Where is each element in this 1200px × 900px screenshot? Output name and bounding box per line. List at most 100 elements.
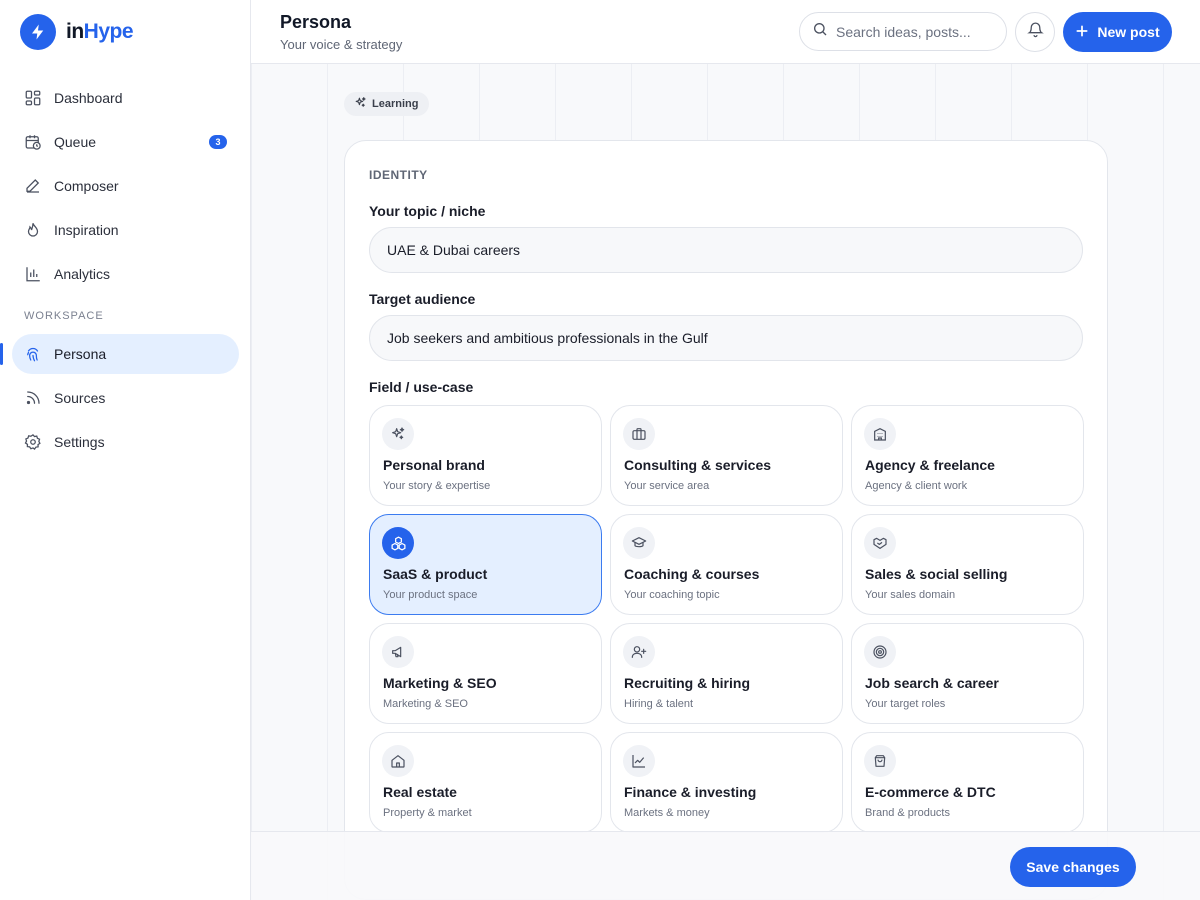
line-chart-icon [623, 745, 655, 777]
sparkles-icon [382, 418, 414, 450]
queue-count-badge: 3 [209, 135, 227, 149]
tile-subtitle: Markets & money [624, 807, 710, 819]
notifications-button[interactable] [1015, 12, 1055, 52]
sidebar-item-settings[interactable]: Settings [12, 422, 239, 462]
calendar-clock-icon [24, 133, 42, 151]
sidebar-item-label: Queue [54, 134, 97, 150]
search-input[interactable] [836, 23, 986, 40]
tile-title: Personal brand [383, 457, 485, 473]
new-post-label: New post [1097, 24, 1160, 40]
pen-icon [24, 177, 42, 195]
plus-icon [1075, 24, 1089, 41]
learning-chip: Learning [344, 92, 430, 116]
building-icon [864, 418, 896, 450]
use-case-tile-personal-brand[interactable]: Personal brand Your story & expertise [369, 405, 602, 506]
tile-subtitle: Hiring & talent [624, 698, 694, 710]
use-case-tile-finance[interactable]: Finance & investing Markets & money [610, 732, 843, 833]
briefcase-icon [623, 418, 655, 450]
audience-input[interactable]: Job seekers and ambitious professionals … [369, 315, 1083, 361]
main-content: Learning IDENTITY Your topic / niche UAE… [251, 64, 1200, 900]
sidebar-item-sources[interactable]: Sources [12, 378, 239, 418]
tile-title: Marketing & SEO [383, 675, 497, 691]
tile-subtitle: Your product space [383, 589, 478, 601]
identity-card: IDENTITY Your topic / niche UAE & Dubai … [344, 140, 1108, 900]
tile-title: SaaS & product [383, 566, 488, 582]
fingerprint-icon [24, 345, 42, 363]
lightning-icon [20, 14, 56, 50]
use-case-tile-consulting[interactable]: Consulting & services Your service area [610, 405, 843, 506]
rss-icon [24, 389, 42, 407]
grid-icon [24, 89, 42, 107]
field-label: Field / use-case [369, 379, 474, 395]
tile-title: Agency & freelance [865, 457, 995, 473]
tile-title: Sales & social selling [865, 566, 1008, 582]
footer-bar: Save changes [251, 831, 1200, 900]
brand-name: inHype [66, 20, 134, 43]
page-title: Persona [280, 12, 352, 32]
sidebar-item-label: Dashboard [54, 90, 123, 106]
tile-subtitle: Your story & expertise [383, 480, 491, 492]
megaphone-icon [382, 636, 414, 668]
boxes-icon [382, 527, 414, 559]
sidebar-item-composer[interactable]: Composer [12, 166, 239, 206]
sidebar-nav: Dashboard Queue 3 Composer Inspiration A… [0, 78, 239, 466]
tile-subtitle: Agency & client work [865, 480, 968, 492]
topic-label: Your topic / niche [369, 203, 486, 219]
sidebar-item-label: Settings [54, 434, 105, 450]
search-box[interactable] [799, 12, 1007, 51]
use-case-tile-sales[interactable]: Sales & social selling Your sales domain [851, 514, 1084, 615]
sidebar-item-persona[interactable]: Persona [0, 334, 239, 374]
sparkles-icon [354, 96, 367, 112]
tile-subtitle: Marketing & SEO [383, 698, 468, 710]
use-case-tile-job-search[interactable]: Job search & career Your target roles [851, 623, 1084, 724]
tile-subtitle: Brand & products [865, 807, 950, 819]
sidebar-item-label: Analytics [54, 266, 111, 282]
use-case-tile-coaching[interactable]: Coaching & courses Your coaching topic [610, 514, 843, 615]
user-plus-icon [623, 636, 655, 668]
gear-icon [24, 433, 42, 451]
section-title: IDENTITY [369, 168, 428, 182]
tile-title: Consulting & services [624, 457, 772, 473]
tile-title: Real estate [383, 784, 457, 800]
tile-subtitle: Your sales domain [865, 589, 956, 601]
sidebar-item-analytics[interactable]: Analytics [12, 254, 239, 294]
use-case-tile-real-estate[interactable]: Real estate Property & market [369, 732, 602, 833]
topic-input[interactable]: UAE & Dubai careers [369, 227, 1083, 273]
sidebar-item-dashboard[interactable]: Dashboard [12, 78, 239, 118]
graduation-cap-icon [623, 527, 655, 559]
sidebar-item-label: Composer [54, 178, 119, 194]
use-case-tile-marketing[interactable]: Marketing & SEO Marketing & SEO [369, 623, 602, 724]
sidebar: inHype Dashboard Queue 3 Composer Inspir… [0, 0, 251, 900]
flame-icon [24, 221, 42, 239]
save-changes-button[interactable]: Save changes [1010, 847, 1136, 887]
logo[interactable]: inHype [20, 14, 134, 50]
tile-title: Coaching & courses [624, 566, 760, 582]
use-case-tile-recruiting[interactable]: Recruiting & hiring Hiring & talent [610, 623, 843, 724]
tile-title: Job search & career [865, 675, 999, 691]
sidebar-section-label: WORKSPACE [24, 310, 104, 322]
use-case-tile-ecommerce[interactable]: E-commerce & DTC Brand & products [851, 732, 1084, 833]
search-icon [812, 21, 828, 42]
sidebar-item-inspiration[interactable]: Inspiration [12, 210, 239, 250]
bell-icon [1026, 21, 1044, 43]
audience-label: Target audience [369, 291, 476, 307]
new-post-button[interactable]: New post [1063, 12, 1172, 52]
handshake-icon [864, 527, 896, 559]
chip-label: Learning [372, 98, 419, 110]
use-case-tile-saas[interactable]: SaaS & product Your product space [369, 514, 602, 615]
tile-title: Finance & investing [624, 784, 757, 800]
page-subtitle: Your voice & strategy [280, 37, 403, 52]
tile-subtitle: Your service area [624, 480, 710, 492]
house-icon [382, 745, 414, 777]
tile-subtitle: Property & market [383, 807, 472, 819]
use-case-tile-agency[interactable]: Agency & freelance Agency & client work [851, 405, 1084, 506]
shopping-bag-icon [864, 745, 896, 777]
tile-title: E-commerce & DTC [865, 784, 996, 800]
bar-chart-icon [24, 265, 42, 283]
tile-subtitle: Your coaching topic [624, 589, 720, 601]
top-bar: Persona Your voice & strategy New post [251, 0, 1200, 64]
tile-title: Recruiting & hiring [624, 675, 750, 691]
sidebar-item-queue[interactable]: Queue 3 [12, 122, 239, 162]
sidebar-item-label: Sources [54, 390, 106, 406]
tile-subtitle: Your target roles [865, 698, 946, 710]
